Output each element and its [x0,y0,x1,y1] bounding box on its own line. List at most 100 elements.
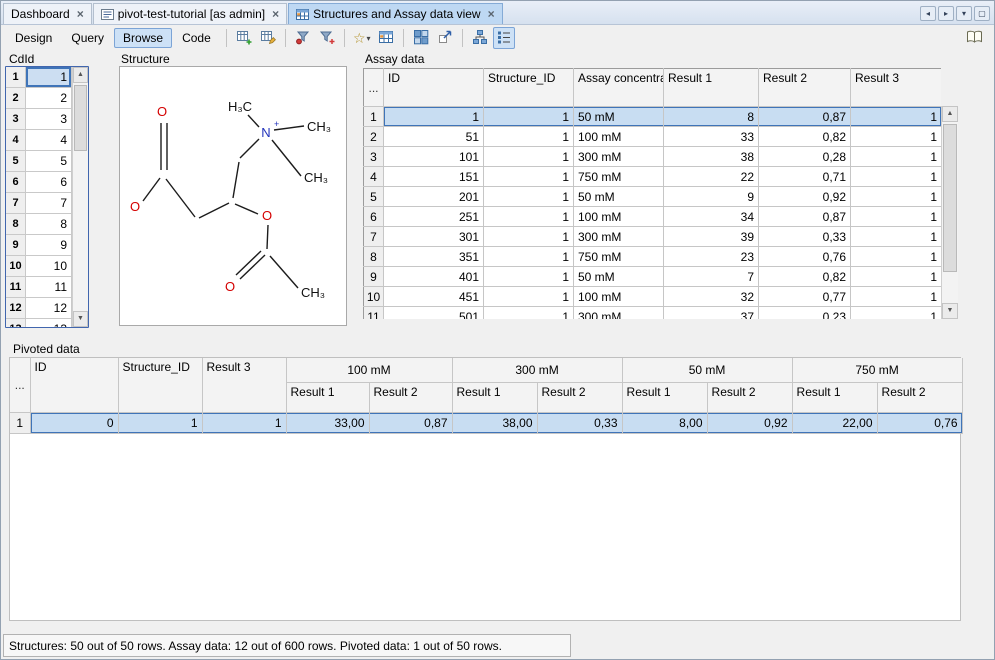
cell-assay-concentration[interactable]: 100 mM [574,287,664,307]
row-number-cell[interactable]: 1 [364,107,384,127]
cell-result-3[interactable]: 1 [202,412,286,433]
cdid-value-cell[interactable]: 6 [26,172,72,193]
tab-structures-assay-view[interactable]: Structures and Assay data view × [288,3,502,24]
cdid-value-cell[interactable]: 10 [26,256,72,277]
cell-id[interactable]: 51 [384,127,484,147]
cdid-value-cell[interactable]: 5 [26,151,72,172]
row-number-cell[interactable]: 13 [6,319,26,327]
table-options-button[interactable]: ... [10,358,30,412]
cell-structure-id[interactable]: 1 [484,107,574,127]
list-item[interactable]: 5 5 [6,151,72,172]
favorites-button[interactable]: ☆▾ [351,27,373,49]
row-number-cell[interactable]: 8 [364,247,384,267]
row-number-cell[interactable]: 6 [6,172,26,193]
row-number-cell[interactable]: 9 [364,267,384,287]
export-button[interactable] [434,27,456,49]
subcolumn-header-result-1[interactable]: Result 1 [792,382,877,412]
column-header-result-3[interactable]: Result 3 [202,358,286,412]
group-header-100mM[interactable]: 100 mM [286,358,452,382]
cdid-value-cell[interactable]: 2 [26,88,72,109]
column-header-structure-id[interactable]: Structure_ID [118,358,202,412]
row-number-cell[interactable]: 11 [364,307,384,320]
column-header-result-2[interactable]: Result 2 [759,69,851,107]
cell-50mM-result-2[interactable]: 0,92 [707,412,792,433]
table-row[interactable]: 1 1 1 50 mM 8 0,87 1 [364,107,942,127]
cdid-value-cell[interactable]: 8 [26,214,72,235]
cell-structure-id[interactable]: 1 [484,267,574,287]
list-item[interactable]: 1 1 [6,67,72,88]
cdid-value-cell[interactable]: 1 [26,67,72,88]
row-number-cell[interactable]: 6 [364,207,384,227]
row-number-cell[interactable]: 5 [6,151,26,172]
cdid-value-cell[interactable]: 12 [26,298,72,319]
maximize-window-button[interactable]: ▢ [974,6,990,21]
cell-id[interactable]: 301 [384,227,484,247]
cell-result-2[interactable]: 0,23 [759,307,851,320]
row-number-cell[interactable]: 2 [6,88,26,109]
edit-grid-view-button[interactable] [257,27,279,49]
cell-result-3[interactable]: 1 [851,167,942,187]
cell-id[interactable]: 201 [384,187,484,207]
row-number-cell[interactable]: 5 [364,187,384,207]
cdid-value-cell[interactable]: 7 [26,193,72,214]
cell-result-2[interactable]: 0,77 [759,287,851,307]
cell-id[interactable]: 351 [384,247,484,267]
cell-750mM-result-1[interactable]: 22,00 [792,412,877,433]
group-header-50mM[interactable]: 50 mM [622,358,792,382]
cell-result-1[interactable]: 32 [664,287,759,307]
column-header-assay-concentration[interactable]: Assay concentration [574,69,664,107]
cell-id[interactable]: 0 [30,412,118,433]
list-item[interactable]: 2 2 [6,88,72,109]
table-row[interactable]: 10 451 1 100 mM 32 0,77 1 [364,287,942,307]
cell-result-1[interactable]: 33 [664,127,759,147]
cell-result-2[interactable]: 0,28 [759,147,851,167]
row-number-cell[interactable]: 7 [364,227,384,247]
table-row[interactable]: 8 351 1 750 mM 23 0,76 1 [364,247,942,267]
cell-result-2[interactable]: 0,71 [759,167,851,187]
row-number-cell[interactable]: 11 [6,277,26,298]
cdid-value-cell[interactable]: 9 [26,235,72,256]
cell-result-1[interactable]: 23 [664,247,759,267]
cell-result-2[interactable]: 0,87 [759,207,851,227]
column-header-id[interactable]: ID [30,358,118,412]
cell-50mM-result-1[interactable]: 8,00 [622,412,707,433]
cell-structure-id[interactable]: 1 [484,127,574,147]
widgets-button[interactable] [410,27,432,49]
cell-result-3[interactable]: 1 [851,107,942,127]
cell-assay-concentration[interactable]: 300 mM [574,147,664,167]
row-number-cell[interactable]: 2 [364,127,384,147]
row-number-cell[interactable]: 10 [364,287,384,307]
cell-structure-id[interactable]: 1 [484,207,574,227]
subcolumn-header-result-1[interactable]: Result 1 [286,382,369,412]
table-row[interactable]: 5 201 1 50 mM 9 0,92 1 [364,187,942,207]
row-number-cell[interactable]: 4 [364,167,384,187]
cell-result-2[interactable]: 0,87 [759,107,851,127]
scroll-tabs-right-button[interactable]: ▸ [938,6,954,21]
cell-750mM-result-2[interactable]: 0,76 [877,412,962,433]
cell-result-3[interactable]: 1 [851,307,942,320]
close-icon[interactable]: × [272,9,279,19]
column-header-result-3[interactable]: Result 3 [851,69,942,107]
form-view-button[interactable] [375,27,397,49]
cell-structure-id[interactable]: 1 [484,307,574,320]
table-row[interactable]: 2 51 1 100 mM 33 0,82 1 [364,127,942,147]
cell-result-3[interactable]: 1 [851,207,942,227]
cell-result-3[interactable]: 1 [851,127,942,147]
group-header-750mM[interactable]: 750 mM [792,358,962,382]
subcolumn-header-result-2[interactable]: Result 2 [707,382,792,412]
cell-300mM-result-1[interactable]: 38,00 [452,412,537,433]
filter-button[interactable] [292,27,314,49]
subcolumn-header-result-1[interactable]: Result 1 [452,382,537,412]
list-item[interactable]: 11 11 [6,277,72,298]
cell-100mM-result-1[interactable]: 33,00 [286,412,369,433]
cell-result-1[interactable]: 7 [664,267,759,287]
cell-assay-concentration[interactable]: 50 mM [574,187,664,207]
row-number-cell[interactable]: 3 [6,109,26,130]
cell-result-3[interactable]: 1 [851,247,942,267]
tab-dashboard[interactable]: Dashboard × [3,3,92,24]
schema-browse-button[interactable] [469,27,491,49]
cell-assay-concentration[interactable]: 50 mM [574,267,664,287]
cell-300mM-result-2[interactable]: 0,33 [537,412,622,433]
cell-result-2[interactable]: 0,82 [759,267,851,287]
scroll-down-button[interactable]: ▼ [73,311,88,327]
